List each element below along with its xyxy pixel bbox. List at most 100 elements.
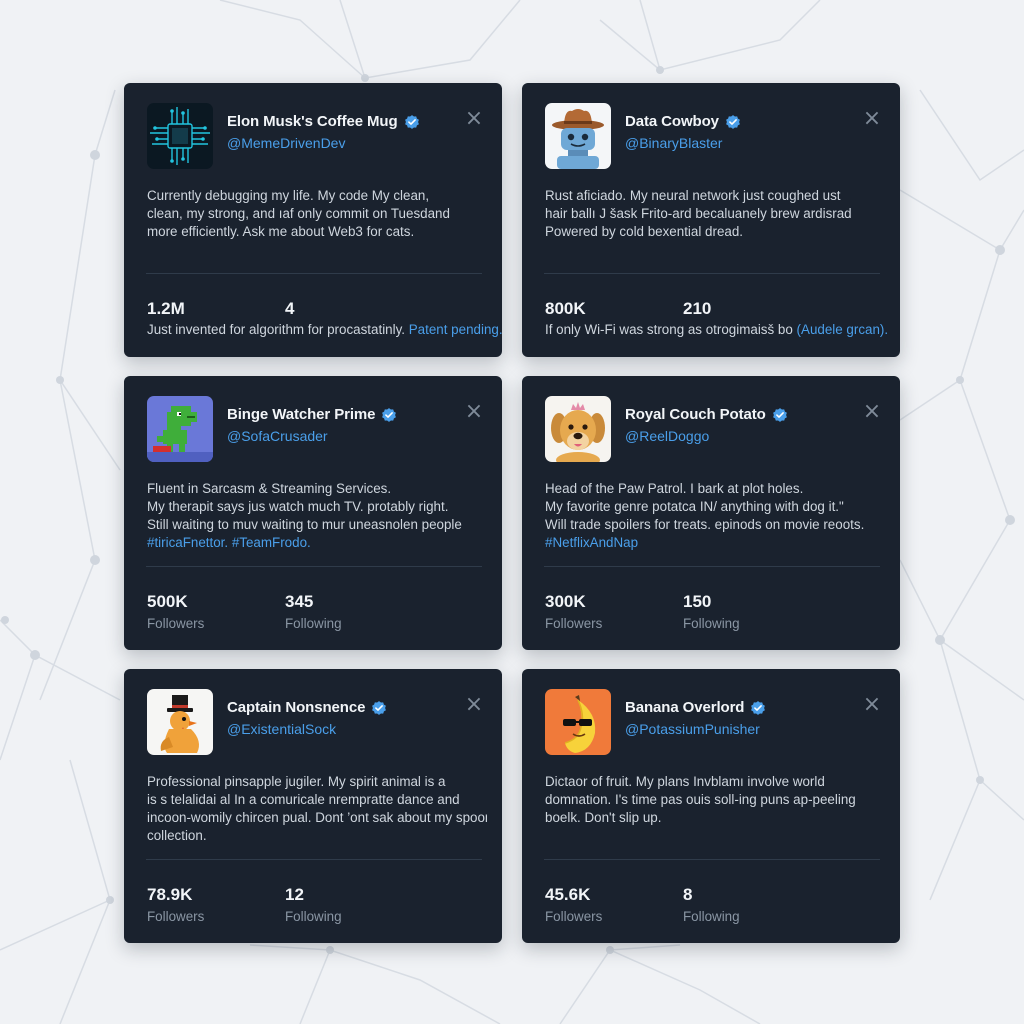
close-icon[interactable]: × <box>862 108 882 130</box>
followers-label: Followers <box>545 909 603 924</box>
display-name[interactable]: Captain Nonsnence <box>227 699 365 716</box>
followers-count[interactable]: 500K <box>147 592 188 612</box>
bio-line: Fluent in Sarcasm & Streaming Services. <box>147 481 392 496</box>
followers-label: Followers <box>545 616 603 631</box>
bio-line: My therapit says jus watch much TV. prot… <box>147 499 449 514</box>
bio-line: Powered by cold bexential dread. <box>545 224 744 239</box>
profile-card: Royal Couch Potato @ReelDoggo × Head of … <box>522 376 900 650</box>
profile-card: Captain Nonsnence @ExistentialSock × Pro… <box>124 669 502 943</box>
bio: Fluent in Sarcasm & Streaming Services. … <box>147 480 487 552</box>
user-handle[interactable]: @SofaCrusader <box>227 428 328 444</box>
profile-card: Data Cowboy @BinaryBlaster × Rust aficia… <box>522 83 900 357</box>
sunglasses-banana-icon <box>545 689 611 755</box>
cowboy-robot-icon <box>545 103 611 169</box>
note-link[interactable]: Patent pending. <box>409 322 502 337</box>
bio-line: Still waiting to muv waiting to mur unea… <box>147 517 462 532</box>
followers-count[interactable]: 45.6K <box>545 885 590 905</box>
profile-card: Binge Watcher Prime @SofaCrusader × Flue… <box>124 376 502 650</box>
following-label: Following <box>285 909 342 924</box>
display-name[interactable]: Binge Watcher Prime <box>227 406 376 423</box>
bio-line: Head of the Paw Patrol. I bark at plot h… <box>545 481 804 496</box>
followers-count[interactable]: 800K <box>545 299 586 319</box>
close-icon[interactable]: × <box>862 694 882 716</box>
bio-line: Professional pinsapple jugiler. My spiri… <box>147 774 446 789</box>
user-handle[interactable]: @MemeDrivenDev <box>227 135 345 151</box>
bio: Head of the Paw Patrol. I bark at plot h… <box>545 480 885 552</box>
verified-badge-icon <box>403 113 420 130</box>
user-handle[interactable]: @ExistentialSock <box>227 721 336 737</box>
note-text: Just invented for algorithm for procasta… <box>147 322 406 337</box>
divider <box>544 273 880 274</box>
close-icon[interactable]: × <box>862 401 882 423</box>
avatar[interactable] <box>147 103 213 169</box>
user-handle[interactable]: @BinaryBlaster <box>625 135 722 151</box>
bio-line: domnation. I's time pas ouis soll-ing pu… <box>545 792 856 807</box>
divider <box>146 859 482 860</box>
pixel-dinosaur-icon <box>147 396 213 462</box>
divider <box>146 566 482 567</box>
crowned-dog-icon <box>545 396 611 462</box>
avatar[interactable] <box>147 396 213 462</box>
divider <box>544 859 880 860</box>
bio-line: is s telalidai al In a comuricale nrempr… <box>147 792 460 807</box>
bio-line: Currently debugging my life. My code My … <box>147 188 430 203</box>
followers-count[interactable]: 300K <box>545 592 586 612</box>
followers-label: Followers <box>147 616 205 631</box>
display-name[interactable]: Elon Musk's Coffee Mug <box>227 113 398 130</box>
top-hat-chicken-icon <box>147 689 213 755</box>
close-icon[interactable]: × <box>464 108 484 130</box>
following-count[interactable]: 210 <box>683 299 711 319</box>
following-count[interactable]: 8 <box>683 885 692 905</box>
bio-hashtags[interactable]: #NetflixAndNap <box>545 534 885 552</box>
bio-line: My favorite genre potatca IN/ anything w… <box>545 499 844 514</box>
avatar[interactable] <box>147 689 213 755</box>
bio-hashtags[interactable]: #tiricaFnettor. #TeamFrodo. <box>147 534 487 552</box>
divider <box>544 566 880 567</box>
following-label: Following <box>285 616 342 631</box>
bio-line: boelk. Don't slip up. <box>545 810 662 825</box>
verified-badge-icon <box>371 699 388 716</box>
user-handle[interactable]: @ReelDoggo <box>625 428 709 444</box>
following-count[interactable]: 345 <box>285 592 313 612</box>
bio: Professional pinsapple jugiler. My spiri… <box>147 773 487 845</box>
avatar[interactable] <box>545 396 611 462</box>
followers-count[interactable]: 1.2M <box>147 299 185 319</box>
display-name[interactable]: Royal Couch Potato <box>625 406 766 423</box>
stat-note: Just invented for algorithm for procasta… <box>147 322 502 337</box>
close-icon[interactable]: × <box>464 694 484 716</box>
avatar[interactable] <box>545 689 611 755</box>
profile-card: Elon Musk's Coffee Mug @MemeDrivenDev × … <box>124 83 502 357</box>
circuit-chip-icon <box>147 103 213 169</box>
followers-count[interactable]: 78.9K <box>147 885 192 905</box>
bio-line: more efficiently. Ask me about Web3 for … <box>147 224 415 239</box>
verified-badge-icon <box>381 406 398 423</box>
divider <box>146 273 482 274</box>
verified-badge-icon <box>772 406 788 423</box>
note-text: If only Wi-Fi was strong as otrogimaisš … <box>545 322 793 337</box>
following-count[interactable]: 150 <box>683 592 711 612</box>
following-count[interactable]: 12 <box>285 885 304 905</box>
user-handle[interactable]: @PotassiumPunisher <box>625 721 760 737</box>
verified-badge-icon <box>725 113 741 130</box>
avatar[interactable] <box>545 103 611 169</box>
followers-label: Followers <box>147 909 205 924</box>
note-link[interactable]: (Audele grcan). <box>797 322 889 337</box>
bio-line: incoon-womily chircen pual. Dont ’ont sa… <box>147 810 487 825</box>
bio-line: Will trade spoilers for treats. epinods … <box>545 517 865 532</box>
profile-card: Banana Overlord @PotassiumPunisher × Dic… <box>522 669 900 943</box>
bio-line: Dictaor of fruit. My plans Invblamı invo… <box>545 774 825 789</box>
display-name[interactable]: Data Cowboy <box>625 113 719 130</box>
stat-note: If only Wi-Fi was strong as otrogimaisš … <box>545 322 888 337</box>
following-count[interactable]: 4 <box>285 299 294 319</box>
bio-line: Rust aficiado. My neural network just co… <box>545 188 841 203</box>
display-name[interactable]: Banana Overlord <box>625 699 744 716</box>
bio-line: hair ballı J šask Frito-ard becaluanely … <box>545 206 852 221</box>
following-label: Following <box>683 909 740 924</box>
bio: Dictaor of fruit. My plans Invblamı invo… <box>545 773 885 827</box>
bio: Rust aficiado. My neural network just co… <box>545 187 885 241</box>
verified-badge-icon <box>750 699 767 716</box>
bio-line: clean, my strong, and ıaf only commit on… <box>147 206 450 221</box>
following-label: Following <box>683 616 740 631</box>
close-icon[interactable]: × <box>464 401 484 423</box>
bio: Currently debugging my life. My code My … <box>147 187 487 241</box>
